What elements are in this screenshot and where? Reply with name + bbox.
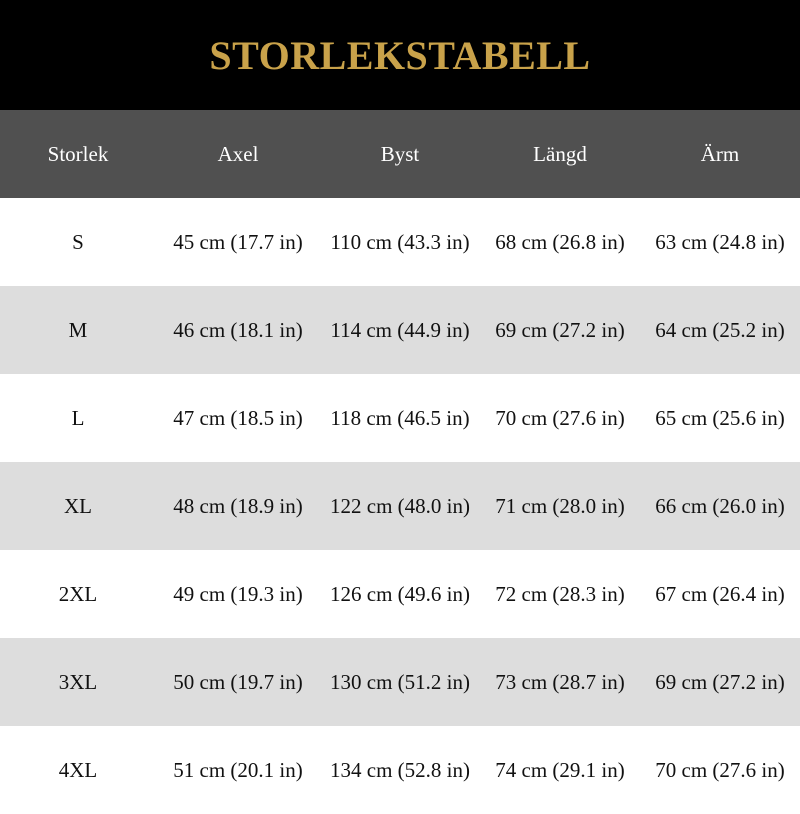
length-cell: 74 cm (29.1 in) — [495, 757, 625, 782]
sleeve-cell: 69 cm (27.2 in) — [655, 669, 785, 694]
shoulder-cell: 48 cm (18.9 in) — [173, 493, 303, 518]
bust-cell: 134 cm (52.8 in) — [330, 757, 470, 782]
sleeve-cell: 66 cm (26.0 in) — [655, 493, 785, 518]
page-title: STORLEKSTABELL — [209, 32, 591, 78]
sleeve-cell: 63 cm (24.8 in) — [655, 229, 785, 254]
bust-cell: 118 cm (46.5 in) — [330, 405, 470, 430]
bust-cell: 114 cm (44.9 in) — [330, 317, 470, 342]
shoulder-cell: 47 cm (18.5 in) — [173, 405, 303, 430]
sleeve-cell: 64 cm (25.2 in) — [655, 317, 785, 342]
length-cell: 72 cm (28.3 in) — [495, 581, 625, 606]
sleeve-cell: 67 cm (26.4 in) — [655, 581, 785, 606]
length-cell: 71 cm (28.0 in) — [495, 493, 625, 518]
header-size: Storlek — [47, 141, 109, 166]
title-bar: STORLEKSTABELL — [0, 0, 800, 110]
length-cell: 68 cm (26.8 in) — [495, 229, 625, 254]
header-sleeve: Ärm — [700, 141, 740, 166]
shoulder-cell: 51 cm (20.1 in) — [173, 757, 303, 782]
bust-cell: 122 cm (48.0 in) — [330, 493, 470, 518]
size-cell: S — [72, 229, 84, 254]
bust-cell: 110 cm (43.3 in) — [330, 229, 470, 254]
shoulder-cell: 49 cm (19.3 in) — [173, 581, 303, 606]
header-bust: Byst — [380, 141, 420, 166]
size-cell: 2XL — [58, 581, 98, 606]
size-table: Storlek Axel Byst Längd Ärm S 45 cm (17.7… — [0, 110, 800, 814]
table-row: L 47 cm (18.5 in) 118 cm (46.5 in) 70 cm (2… — [0, 374, 800, 462]
shoulder-cell: 46 cm (18.1 in) — [173, 317, 303, 342]
size-cell: XL — [64, 493, 92, 518]
size-cell: 3XL — [58, 669, 98, 694]
table-row: 2XL 49 cm (19.3 in) 126 cm (49.6 in) 72 cm … — [0, 550, 800, 638]
size-cell: M — [68, 317, 88, 342]
table-row: S 45 cm (17.7 in) 110 cm (43.3 in) 68 cm (2… — [0, 198, 800, 286]
table-header-row: Storlek Axel Byst Längd Ärm — [0, 110, 800, 198]
sleeve-cell: 70 cm (27.6 in) — [655, 757, 785, 782]
shoulder-cell: 45 cm (17.7 in) — [173, 229, 303, 254]
table-body: S 45 cm (17.7 in) 110 cm (43.3 in) 68 cm (2… — [0, 198, 800, 814]
size-cell: L — [71, 405, 85, 430]
header-length: Längd — [533, 141, 587, 166]
table-row: 3XL 50 cm (19.7 in) 130 cm (51.2 in) 73 cm … — [0, 638, 800, 726]
sleeve-cell: 65 cm (25.6 in) — [655, 405, 785, 430]
length-cell: 69 cm (27.2 in) — [495, 317, 625, 342]
bust-cell: 126 cm (49.6 in) — [330, 581, 470, 606]
header-shoulder: Axel — [217, 141, 259, 166]
table-row: 4XL 51 cm (20.1 in) 134 cm (52.8 in) 74 cm … — [0, 726, 800, 814]
table-row: XL 48 cm (18.9 in) 122 cm (48.0 in) 71 cm (… — [0, 462, 800, 550]
table-row: M 46 cm (18.1 in) 114 cm (44.9 in) 69 cm (2… — [0, 286, 800, 374]
size-cell: 4XL — [58, 757, 98, 782]
length-cell: 70 cm (27.6 in) — [495, 405, 625, 430]
length-cell: 73 cm (28.7 in) — [495, 669, 625, 694]
bust-cell: 130 cm (51.2 in) — [330, 669, 470, 694]
shoulder-cell: 50 cm (19.7 in) — [173, 669, 303, 694]
